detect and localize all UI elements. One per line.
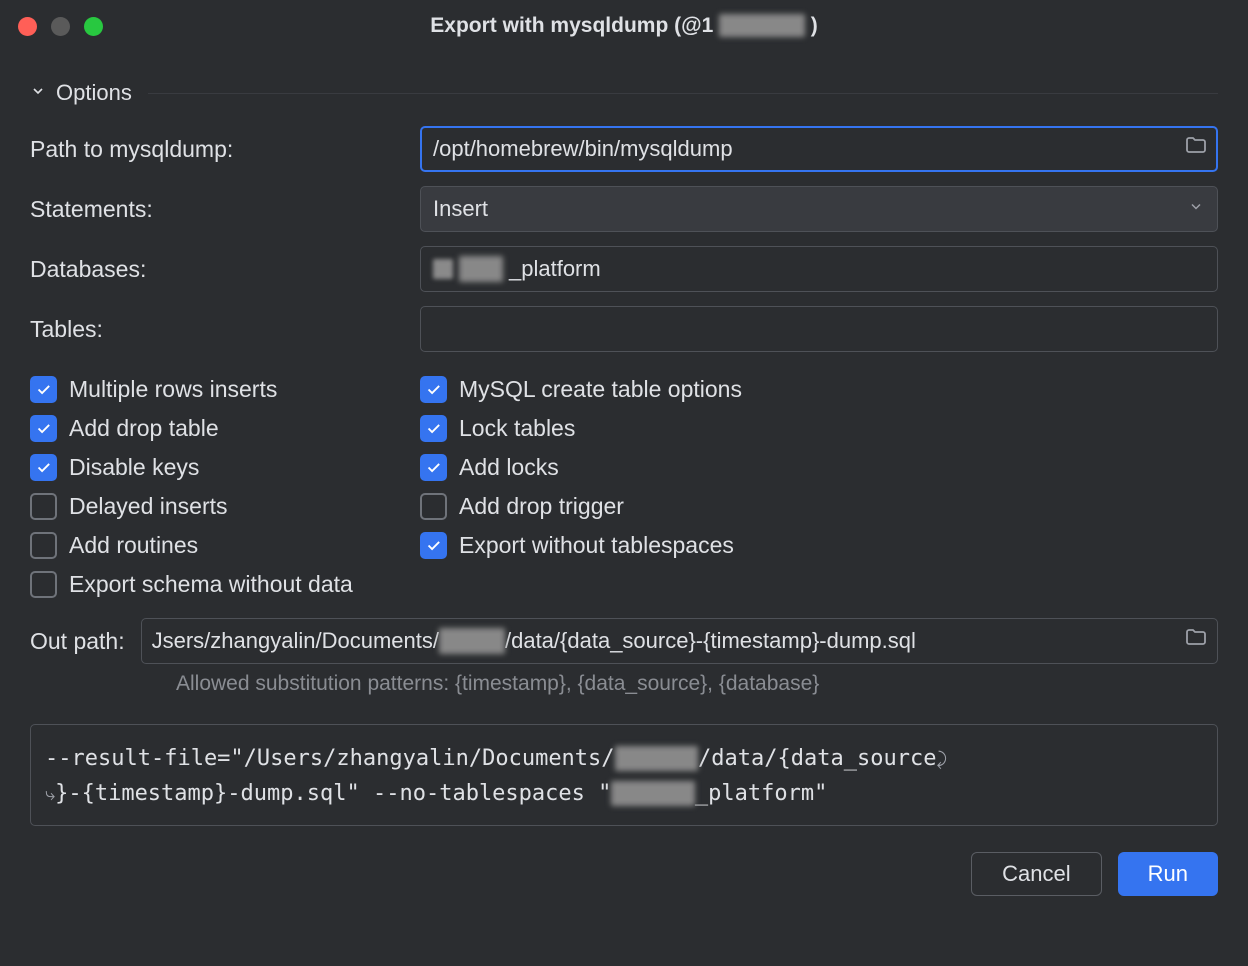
database-icon: [433, 259, 453, 279]
checkbox-icon: [30, 571, 57, 598]
checkbox-icon: [420, 493, 447, 520]
database-name: _platform: [509, 256, 601, 282]
path-label: Path to mysqldump:: [30, 136, 420, 163]
checkbox-label: Add drop table: [69, 415, 219, 442]
outpath-label: Out path:: [30, 628, 125, 655]
checkbox-export_no_tablespaces[interactable]: Export without tablespaces: [420, 532, 742, 559]
checkbox-icon: [30, 376, 57, 403]
hint-text: Allowed substitution patterns: {timestam…: [176, 672, 1218, 696]
titlebar: Export with mysqldump (@1 xxxxxxx ): [0, 0, 1248, 52]
folder-icon[interactable]: [1184, 134, 1208, 164]
tables-input[interactable]: [420, 306, 1218, 352]
checkbox-disable_keys[interactable]: Disable keys: [30, 454, 420, 481]
tables-label: Tables:: [30, 316, 420, 343]
checkbox-mysql_create_opts[interactable]: MySQL create table options: [420, 376, 742, 403]
checkbox-icon: [420, 415, 447, 442]
checkbox-grid: Multiple rows inserts Add drop table Disab…: [30, 376, 1218, 598]
checkbox-multiple_rows[interactable]: Multiple rows inserts: [30, 376, 420, 403]
outpath-input[interactable]: Jsers/zhangyalin/Documents/xxxxxx/data/{…: [141, 618, 1218, 664]
statements-label: Statements:: [30, 196, 420, 223]
zoom-window-button[interactable]: [84, 17, 103, 36]
path-input[interactable]: [420, 126, 1218, 172]
chevron-down-icon: [1188, 198, 1204, 221]
checkbox-add_drop_trigger[interactable]: Add drop trigger: [420, 493, 742, 520]
checkbox-icon: [420, 454, 447, 481]
chevron-down-icon: [30, 83, 46, 104]
folder-icon[interactable]: [1184, 626, 1208, 656]
checkbox-export_schema[interactable]: Export schema without data: [30, 571, 420, 598]
checkbox-icon: [30, 532, 57, 559]
checkbox-delayed_inserts[interactable]: Delayed inserts: [30, 493, 420, 520]
run-button[interactable]: Run: [1118, 852, 1218, 896]
checkbox-icon: [30, 493, 57, 520]
databases-field[interactable]: xxxx_platform: [420, 246, 1218, 292]
dialog-footer: Cancel Run: [30, 852, 1218, 896]
checkbox-label: Multiple rows inserts: [69, 376, 277, 403]
options-label: Options: [56, 80, 132, 106]
checkbox-add_drop_table[interactable]: Add drop table: [30, 415, 420, 442]
checkbox-label: Export without tablespaces: [459, 532, 734, 559]
checkbox-label: Add drop trigger: [459, 493, 624, 520]
divider: [148, 93, 1218, 94]
dialog-content: Options Path to mysqldump: Statements: I…: [0, 52, 1248, 966]
statements-combo[interactable]: Insert: [420, 186, 1218, 232]
checkbox-label: Lock tables: [459, 415, 575, 442]
checkbox-label: Export schema without data: [69, 571, 353, 598]
checkbox-add_locks[interactable]: Add locks: [420, 454, 742, 481]
close-window-button[interactable]: [18, 17, 37, 36]
window-controls: [18, 17, 103, 36]
statements-value: Insert: [433, 196, 488, 222]
window-title: Export with mysqldump (@1 xxxxxxx ): [0, 14, 1248, 38]
checkbox-icon: [420, 376, 447, 403]
dialog-window: Export with mysqldump (@1 xxxxxxx ) Opti…: [0, 0, 1248, 966]
checkbox-label: Disable keys: [69, 454, 199, 481]
checkbox-label: MySQL create table options: [459, 376, 742, 403]
checkbox-label: Add locks: [459, 454, 559, 481]
checkbox-icon: [30, 415, 57, 442]
checkbox-label: Delayed inserts: [69, 493, 228, 520]
options-header[interactable]: Options: [30, 80, 1218, 106]
checkbox-icon: [420, 532, 447, 559]
minimize-window-button[interactable]: [51, 17, 70, 36]
command-preview: --result-file="/Users/zhangyalin/Documen…: [30, 724, 1218, 826]
cancel-button[interactable]: Cancel: [971, 852, 1101, 896]
checkbox-add_routines[interactable]: Add routines: [30, 532, 420, 559]
checkbox-lock_tables[interactable]: Lock tables: [420, 415, 742, 442]
checkbox-label: Add routines: [69, 532, 198, 559]
checkbox-icon: [30, 454, 57, 481]
databases-label: Databases:: [30, 256, 420, 283]
